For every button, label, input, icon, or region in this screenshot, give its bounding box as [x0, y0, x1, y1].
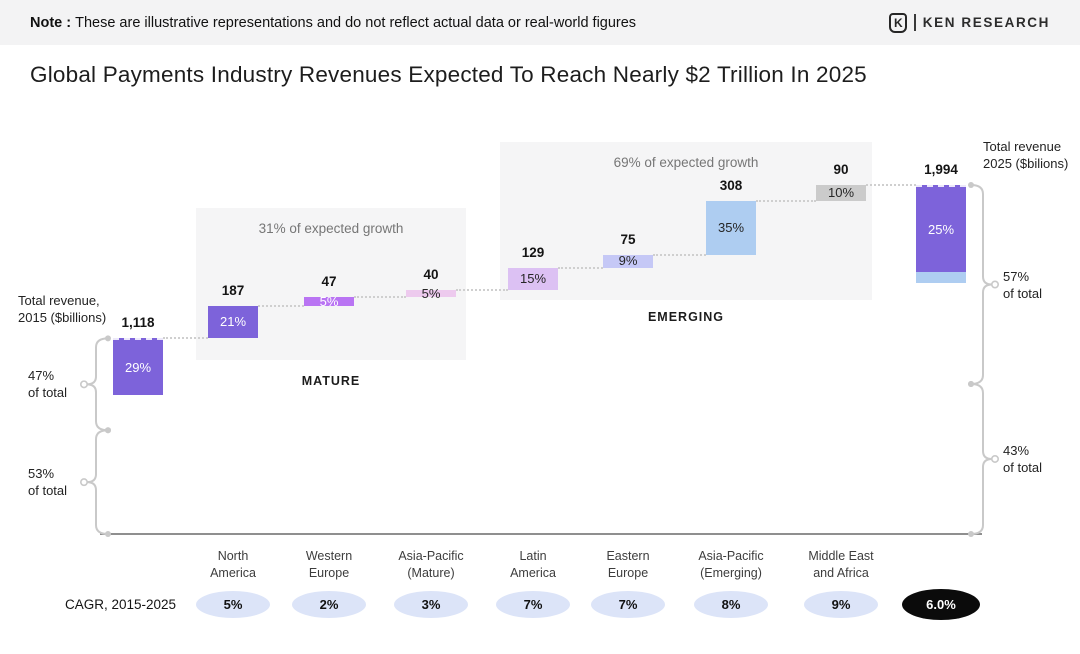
- stack-2025: 8%28%8%13%7%11%25%: [916, 185, 966, 534]
- cagr-pill-latin-america: 7%: [496, 591, 570, 618]
- cagr-row-label: CAGR, 2015-2025: [65, 597, 176, 612]
- growth-bar-latin-america: 15%: [508, 268, 558, 291]
- connector-line: [354, 296, 406, 298]
- growth-bar-eastern-europe: 9%: [603, 255, 653, 268]
- revenue-2015-label: Total revenue, 2015 ($billions): [18, 292, 130, 326]
- growth-pct-label: 9%: [619, 255, 638, 267]
- connector-line: [866, 184, 916, 186]
- growth-pct-label: 10%: [828, 187, 854, 199]
- bracket-2025-0: [971, 185, 992, 384]
- growth-bar-north-america: 21%: [208, 306, 258, 339]
- overall-cagr-pill: 6.0%: [902, 589, 980, 620]
- bracket-label-dot: [992, 456, 998, 462]
- bracket-label-dot: [992, 281, 998, 287]
- growth-value-label-asia-pacific-mature: 40: [391, 266, 471, 284]
- connector-line: [258, 305, 304, 307]
- total-value-label-2025: 1,994: [901, 161, 981, 179]
- growth-pct-label: 5%: [422, 288, 441, 300]
- growth-pct-label: 35%: [718, 222, 744, 234]
- bracket-endpoint-dot: [105, 335, 111, 341]
- growth-value-label-latin-america: 129: [493, 244, 573, 262]
- cagr-pill-eastern-europe: 7%: [591, 591, 665, 618]
- infographic-canvas: Note :These are illustrative representat…: [0, 0, 1080, 654]
- axis-label-middle-east-and-africa: Middle East and Africa: [786, 548, 896, 581]
- share-of-total-label-2015-1: 53% of total: [28, 465, 98, 499]
- cagr-pill-middle-east-and-africa: 9%: [804, 591, 878, 618]
- segment-2025-north-america: 25%: [916, 185, 966, 272]
- waterfall-chart: 31% of expected growthMATURE69% of expec…: [0, 0, 1080, 654]
- cagr-pill-north-america: 5%: [196, 591, 270, 618]
- connector-line: [558, 267, 603, 269]
- bracket-endpoint-dot: [105, 427, 111, 433]
- stack-2015: 6%23%7%11%9%15%29%: [113, 338, 163, 534]
- segment-2015-north-america: 29%: [113, 338, 163, 395]
- share-of-total-label-2025-0: 57% of total: [1003, 268, 1073, 302]
- growth-bar-asia-pacific-emerging: 35%: [706, 201, 756, 255]
- bracket-2025-1: [971, 384, 992, 534]
- growth-value-label-western-europe: 47: [289, 273, 369, 291]
- growth-pct-label: 15%: [520, 273, 546, 285]
- bracket-endpoint-dot: [968, 182, 974, 188]
- baseline-axis: [100, 533, 982, 535]
- bracket-endpoint-dot: [968, 381, 974, 387]
- share-of-total-label-2025-1: 43% of total: [1003, 442, 1073, 476]
- axis-label-north-america: North America: [178, 548, 288, 581]
- connector-line: [456, 289, 508, 291]
- group-label-mature: MATURE: [196, 374, 466, 388]
- share-of-total-label-2015-0: 47% of total: [28, 367, 98, 401]
- cagr-pill-asia-pacific-mature: 3%: [394, 591, 468, 618]
- cagr-pill-western-europe: 2%: [292, 591, 366, 618]
- connector-line: [163, 337, 208, 339]
- segment-pct-label: 29%: [125, 362, 151, 374]
- group-label-emerging: EMERGING: [500, 310, 872, 324]
- growth-pct-label: 21%: [220, 316, 246, 328]
- growth-value-label-asia-pacific-emerging: 308: [691, 177, 771, 195]
- cagr-pill-asia-pacific-emerging: 8%: [694, 591, 768, 618]
- growth-value-label-eastern-europe: 75: [588, 231, 668, 249]
- axis-label-latin-america: Latin America: [478, 548, 588, 581]
- growth-pct-label: 5%: [320, 296, 339, 308]
- segment-pct-label: 25%: [928, 224, 954, 236]
- bracket-endpoint-dot: [968, 381, 974, 387]
- growth-value-label-north-america: 187: [193, 282, 273, 300]
- connector-line: [653, 254, 706, 256]
- revenue-2025-label: Total revenue 2025 ($bilions): [983, 138, 1078, 172]
- growth-value-label-middle-east-and-africa: 90: [801, 161, 881, 179]
- growth-bar-asia-pacific-mature: 5%: [406, 290, 456, 297]
- axis-label-eastern-europe: Eastern Europe: [573, 548, 683, 581]
- growth-bar-western-europe: 5%: [304, 297, 354, 305]
- connector-line: [756, 200, 816, 202]
- axis-label-western-europe: Western Europe: [274, 548, 384, 581]
- group-growth-note-mature: 31% of expected growth: [196, 221, 466, 236]
- bracket-endpoint-dot: [105, 427, 111, 433]
- axis-label-asia-pacific-emerging: Asia-Pacific (Emerging): [676, 548, 786, 581]
- growth-bar-middle-east-and-africa: 10%: [816, 185, 866, 201]
- axis-label-asia-pacific-mature: Asia-Pacific (Mature): [376, 548, 486, 581]
